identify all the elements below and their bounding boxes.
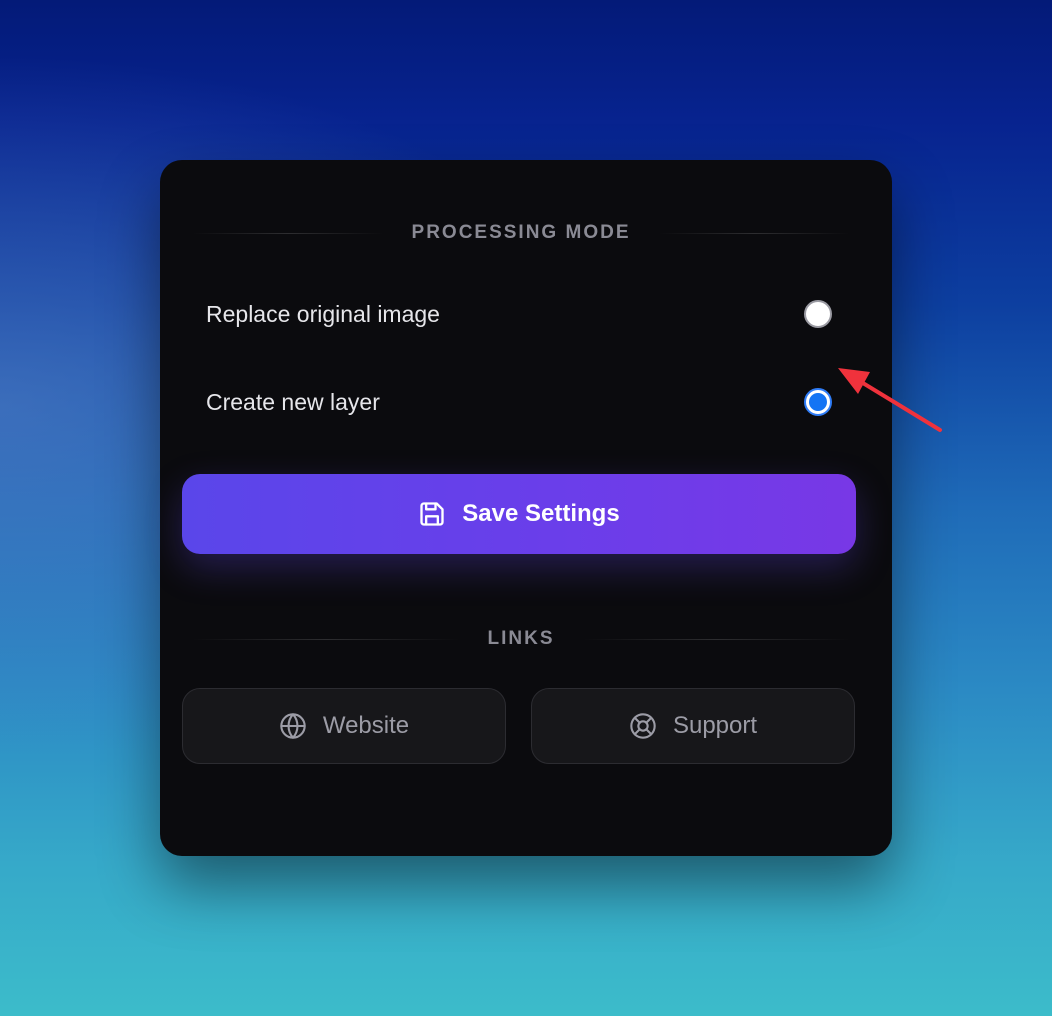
radio-create-new-layer[interactable] [804, 388, 832, 416]
option-label: Replace original image [206, 300, 440, 327]
processing-mode-header: PROCESSING MODE [192, 222, 851, 244]
website-button[interactable]: Website [182, 688, 506, 764]
settings-panel: PROCESSING MODE Replace original image C… [160, 160, 892, 856]
lifebuoy-icon [629, 712, 657, 740]
links-header: LINKS [192, 628, 850, 650]
radio-replace-original[interactable] [804, 300, 832, 328]
option-replace-original[interactable]: Replace original image [206, 292, 832, 336]
links-title: LINKS [487, 628, 555, 649]
save-icon [418, 500, 446, 528]
divider-line [582, 638, 850, 640]
save-settings-label: Save Settings [462, 500, 620, 527]
globe-icon [279, 712, 307, 740]
support-button[interactable]: Support [531, 688, 855, 764]
option-label: Create new layer [206, 388, 380, 415]
divider-line [192, 638, 460, 640]
save-settings-button[interactable]: Save Settings [182, 474, 856, 554]
divider-line [658, 232, 851, 234]
website-label: Website [322, 712, 410, 739]
option-create-new-layer[interactable]: Create new layer [206, 380, 832, 424]
processing-mode-title: PROCESSING MODE [411, 222, 631, 243]
support-label: Support [672, 712, 758, 739]
divider-line [192, 232, 384, 234]
